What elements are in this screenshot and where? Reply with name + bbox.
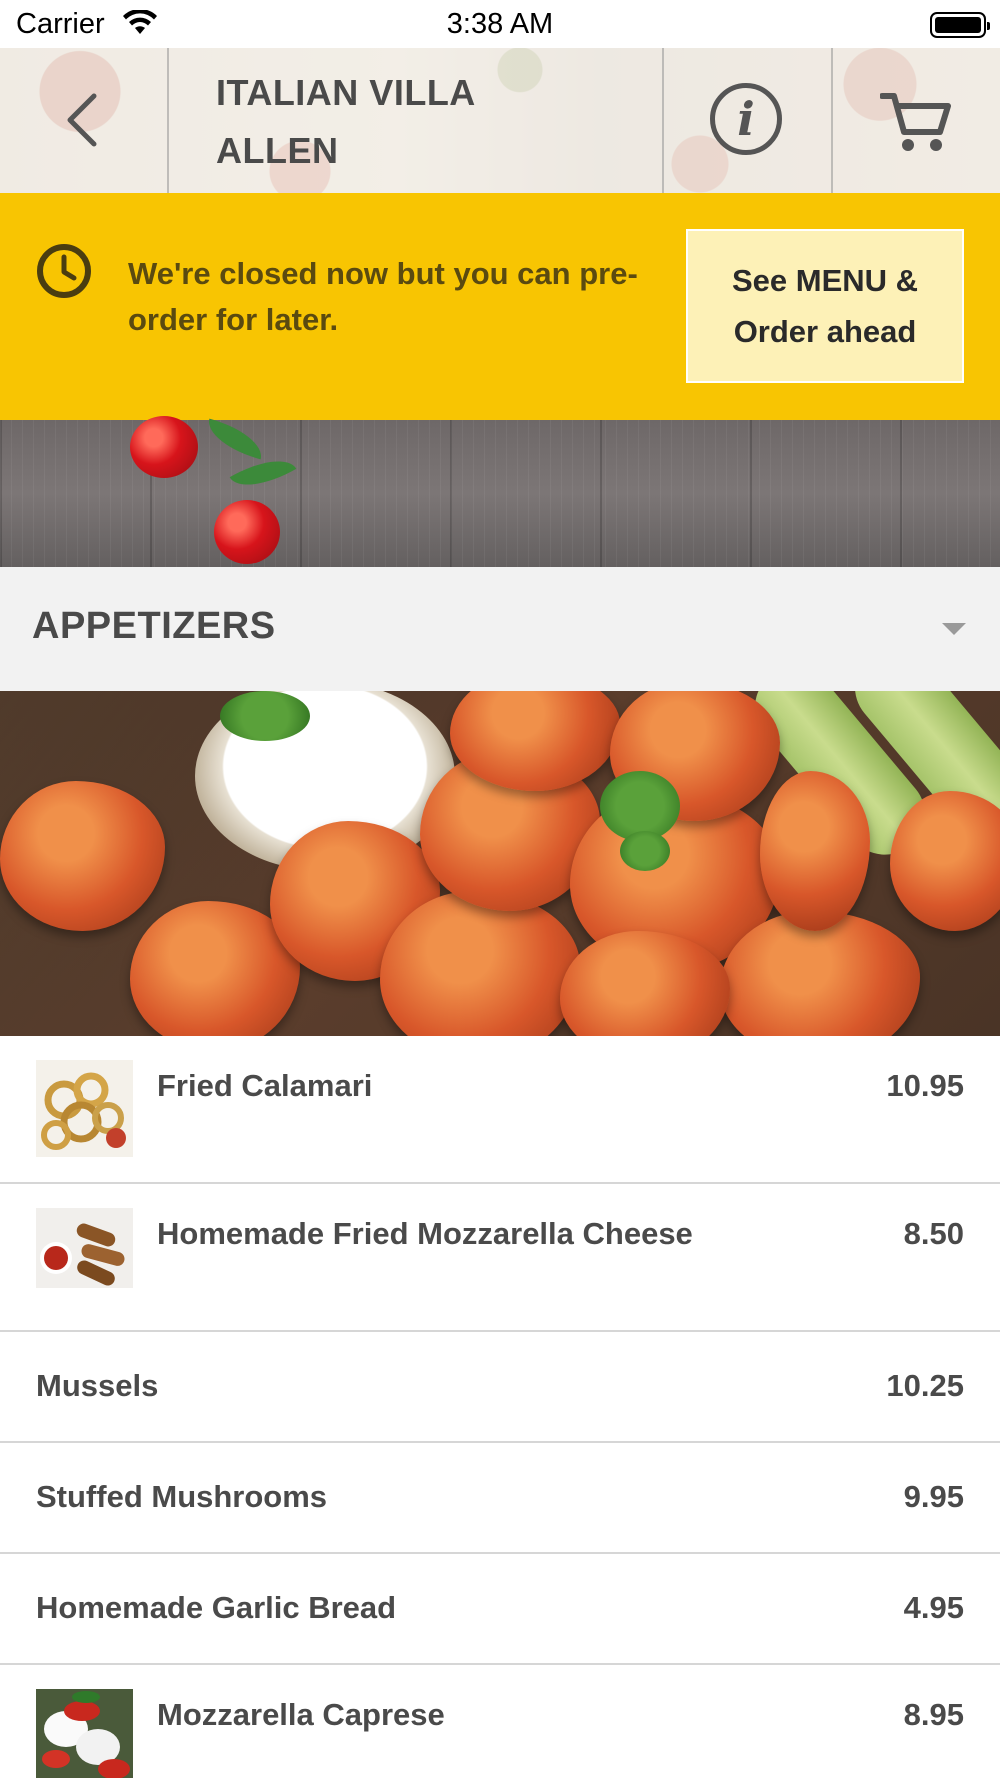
parsley-garnish [220,691,310,741]
cart-button[interactable] [879,88,952,154]
clock-time: 3:38 AM [446,8,554,40]
item-price: 10.25 [886,1368,964,1403]
basil-leaf-decor [202,418,268,460]
status-bar: Carrier 3:38 AM [0,0,1000,48]
clock-icon [37,244,91,298]
tomato-decor [130,416,198,478]
menu-item-stuffed-mushrooms[interactable]: Stuffed Mushrooms 9.95 [0,1443,1000,1554]
closed-message: We're closed now but you can pre-order f… [128,256,638,337]
order-button-line1: See MENU & [731,263,919,298]
chevron-down-icon [942,623,966,635]
header-divider [662,48,664,193]
header-divider [167,48,169,193]
item-name: Mozzarella Caprese [157,1697,445,1732]
item-name: Fried Calamari [157,1068,373,1103]
battery-icon [930,12,990,38]
order-button-line2: Order ahead [733,314,917,349]
back-chevron-icon [67,93,97,147]
parsley-garnish [620,831,670,871]
menu-item-mozzarella-caprese[interactable]: Mozzarella Caprese 8.95 [0,1665,1000,1778]
item-price: 9.95 [903,1479,964,1514]
cart-icon [879,93,951,151]
menu-item-mussels[interactable]: Mussels 10.25 [0,1332,1000,1443]
item-price: 8.50 [903,1216,964,1251]
item-name: Mussels [36,1368,159,1403]
item-name: Stuffed Mushrooms [36,1479,328,1514]
item-name: Homemade Garlic Bread [36,1590,397,1625]
item-price: 4.95 [903,1590,964,1625]
category-hero-image [0,691,1000,1036]
basil-leaf-decor [229,446,297,500]
menu-item-list: Fried Calamari 10.95 Homemade Fried Mozz… [0,1036,1000,1778]
closed-notice-banner: We're closed now but you can pre-order f… [0,193,1000,420]
item-thumbnail [36,1208,133,1305]
item-price: 10.95 [886,1068,964,1103]
wood-decor-image [0,416,1000,567]
back-button[interactable] [58,88,108,152]
see-menu-order-ahead-button[interactable]: See MENU & Order ahead [686,229,964,383]
restaurant-name-line1: ITALIAN VILLA [216,72,476,113]
item-thumbnail [36,1689,133,1778]
info-icon[interactable]: i [710,83,782,155]
tomato-decor [214,500,280,564]
item-thumbnail [36,1060,133,1157]
menu-item-fried-calamari[interactable]: Fried Calamari 10.95 [0,1036,1000,1184]
item-name: Homemade Fried Mozzarella Cheese [157,1216,693,1251]
restaurant-name-line2: ALLEN [216,130,339,171]
item-price: 8.95 [903,1697,964,1732]
restaurant-name: ITALIAN VILLA ALLEN [216,64,636,180]
category-appetizers[interactable]: APPETIZERS [0,567,1000,691]
menu-item-fried-mozzarella[interactable]: Homemade Fried Mozzarella Cheese 8.50 [0,1184,1000,1332]
restaurant-header: ITALIAN VILLA ALLEN i [0,48,1000,193]
header-divider [831,48,833,193]
menu-item-garlic-bread[interactable]: Homemade Garlic Bread 4.95 [0,1554,1000,1665]
category-title: APPETIZERS [32,605,276,647]
